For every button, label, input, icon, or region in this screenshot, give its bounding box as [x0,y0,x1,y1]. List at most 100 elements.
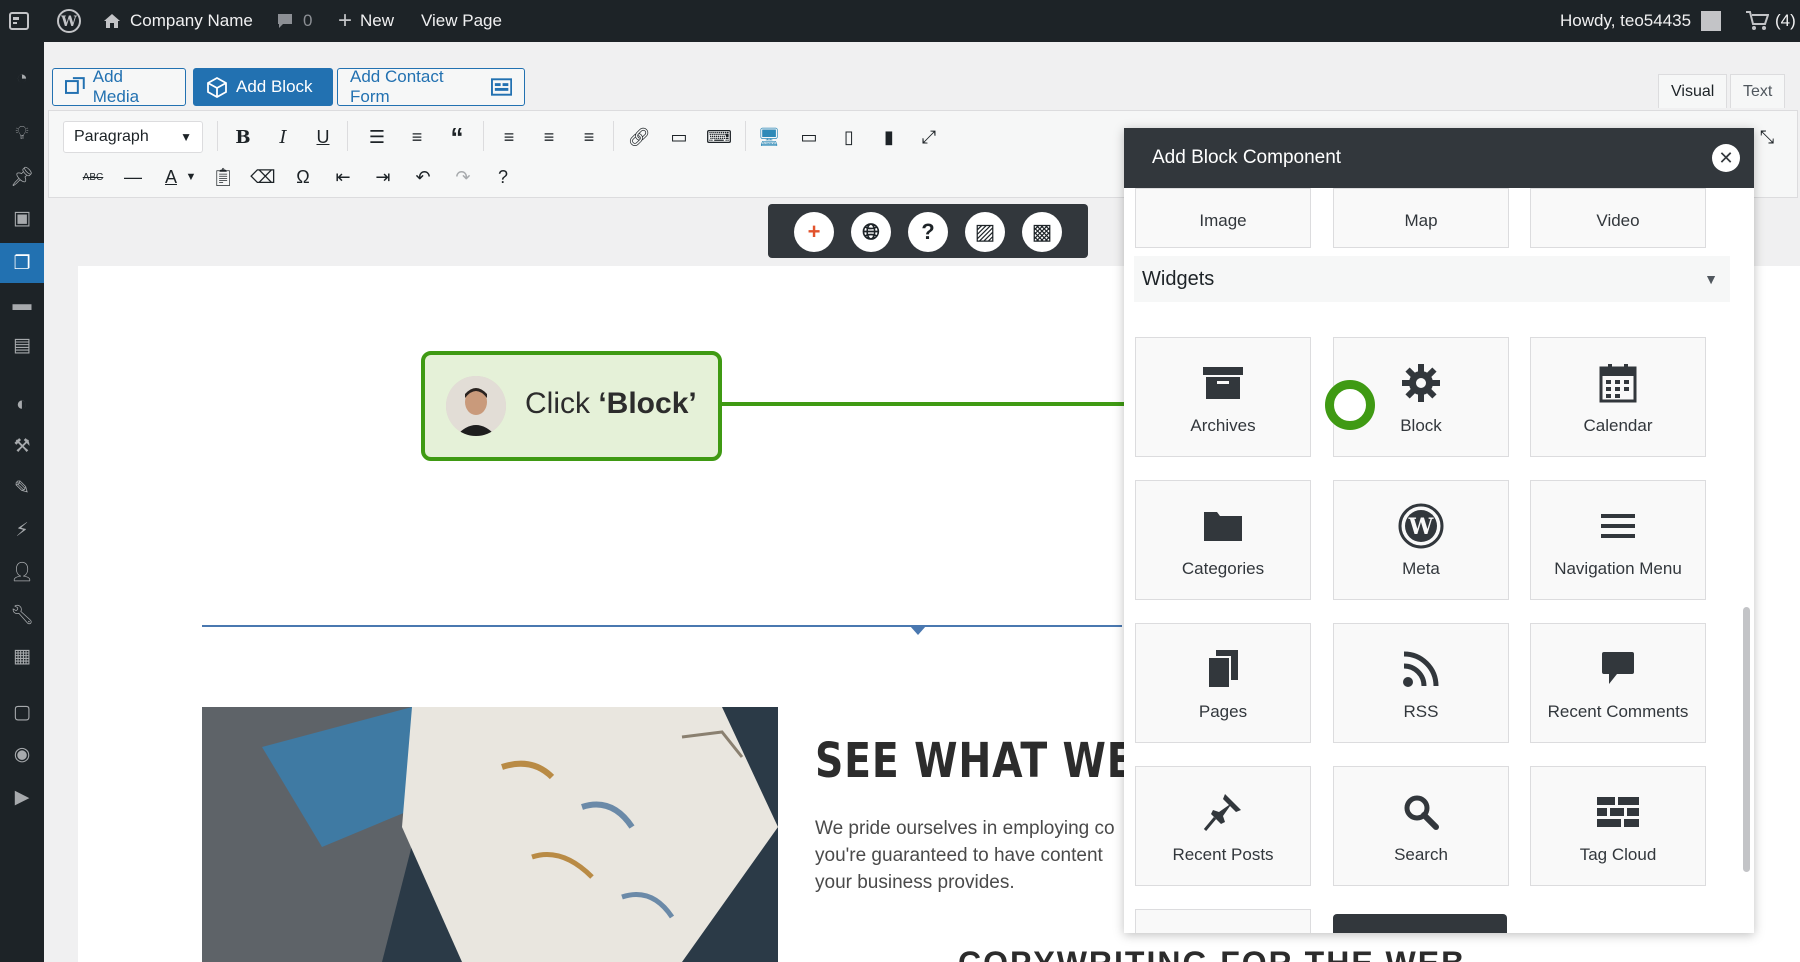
widget-tile-recent-comments[interactable]: Recent Comments [1530,623,1706,743]
media-icon[interactable]: ▣ [9,205,35,231]
add-contact-form-button[interactable]: Add Contact Form [337,67,525,106]
cart-link[interactable]: (4) [1745,0,1796,42]
keyboard-icon[interactable]: ⌨ [705,123,733,151]
widget-tile-tag-cloud[interactable]: Tag Cloud [1530,766,1706,886]
widget-tile-calendar[interactable]: Calendar [1530,337,1706,457]
tablet-preview-icon[interactable]: ▯ [835,123,863,151]
desktop-preview-icon[interactable]: 🖥︎ [755,123,783,151]
plugins-icon[interactable]: ⚡︎ [9,517,35,543]
widget-tile-meta[interactable]: W Meta [1333,480,1509,600]
image-edit-icon[interactable]: ▨ [965,212,1005,252]
tools-icon[interactable]: 🔧︎ [9,602,35,628]
panel-body: Image Map Video Widgets ▼ Archives Block… [1124,188,1754,933]
tab-text[interactable]: Text [1730,74,1786,108]
add-icon[interactable]: + [794,212,834,252]
distraction-free-icon[interactable]: ⤡ [1753,123,1781,151]
plus-icon: + [338,7,353,34]
circle-logo-icon[interactable]: ◐ [9,392,35,418]
bullet-list-icon[interactable]: ☰ [363,123,391,151]
greeting-text: Howdy, teo54435 [1560,11,1692,30]
help-icon[interactable]: ? [908,212,948,252]
dashboard-icon[interactable]: ◔ [9,66,35,92]
align-right-icon[interactable]: ≡ [575,123,603,151]
text-color-dropdown-icon[interactable]: ▼ [177,163,205,191]
widget-tile-categories[interactable]: Categories [1135,480,1311,600]
site-name-link[interactable]: Company Name [102,0,253,42]
horizontal-line-icon[interactable]: — [119,163,147,191]
align-left-icon[interactable]: ≡ [495,123,523,151]
add-contact-form-label: Add Contact Form [350,67,444,106]
underline-icon[interactable]: U [309,123,337,151]
clear-formatting-icon[interactable]: ⌫ [249,163,277,191]
sidebar-toggle-icon[interactable] [8,0,30,42]
widget-tile-rss[interactable]: RSS [1333,623,1509,743]
wordpress-logo-icon[interactable]: W [56,0,82,42]
rss-icon [1334,646,1508,692]
hero-photo[interactable] [202,707,778,962]
help-icon[interactable]: ? [489,163,517,191]
panel-scrollbar[interactable] [1743,607,1750,872]
special-character-icon[interactable]: Ω [289,163,317,191]
background-image-icon[interactable]: ▩ [1022,212,1062,252]
gallery-icon[interactable]: ◉ [9,741,35,767]
block-tile-video[interactable]: Video [1530,188,1706,248]
indent-icon[interactable]: ⇥ [369,163,397,191]
laptop-preview-icon[interactable]: ▭ [795,123,823,151]
pencil-icon[interactable]: ✎ [9,475,35,501]
lightbulb-icon[interactable]: 💡︎ [9,121,35,147]
widgets-section-header[interactable]: Widgets ▼ [1134,256,1730,302]
new-label: New [360,11,395,30]
link-icon[interactable]: 🔗︎ [625,123,653,151]
widget-tile-archives[interactable]: Archives [1135,337,1311,457]
users-icon[interactable]: 👤︎ [9,559,35,585]
comments-icon[interactable]: ▬ [9,292,35,318]
read-more-icon[interactable]: ▭ [665,123,693,151]
bold-icon[interactable]: B [229,123,257,151]
format-select-value: Paragraph [74,128,149,145]
fullscreen-icon[interactable]: ⤢ [915,123,943,151]
add-media-button[interactable]: Add Media [52,67,186,106]
widget-tile-search[interactable]: Search [1333,766,1509,886]
callout-text: Click ‘Block’ [525,387,697,421]
guide-avatar [446,376,506,436]
strikethrough-icon[interactable]: ABC [79,163,107,191]
toolbar-divider [483,121,484,151]
pin-icon[interactable]: 📌︎ [9,164,35,190]
align-center-icon[interactable]: ≡ [535,123,563,151]
widget-tile-navigation-menu[interactable]: Navigation Menu [1530,480,1706,600]
add-block-button[interactable]: Add Block [193,68,333,106]
undo-icon[interactable]: ↶ [409,163,437,191]
comments-link[interactable]: 0 [275,0,312,42]
widget-tile-partial[interactable] [1135,909,1311,933]
format-select[interactable]: Paragraph ▼ [63,121,203,153]
blockquote-icon[interactable]: “ [443,122,471,152]
paste-text-icon[interactable]: 📋︎ [209,163,237,191]
settings-icon[interactable]: ▦ [9,643,35,669]
widget-tile-recent-posts[interactable]: Recent Posts [1135,766,1311,886]
globe-icon[interactable]: 🌐︎ [851,212,891,252]
new-content-link[interactable]: + New [338,0,394,42]
widget-tile-pages[interactable]: Pages [1135,623,1311,743]
archive-icon [1136,360,1310,406]
chevron-down-icon: ▼ [1704,271,1718,287]
outdent-icon[interactable]: ⇤ [329,163,357,191]
widget-tile-partial-dark[interactable] [1333,914,1507,933]
calendar-icon [1531,360,1705,406]
forms-icon[interactable]: ▤ [9,332,35,358]
view-page-link[interactable]: View Page [421,0,502,42]
tab-visual[interactable]: Visual [1658,74,1728,108]
user-account-menu[interactable]: Howdy, teo54435 [1560,0,1722,42]
block-tile-map[interactable]: Map [1333,188,1509,248]
camera-icon[interactable]: ▢ [9,699,35,725]
close-icon[interactable]: ✕ [1712,144,1740,172]
play-icon[interactable]: ▶ [9,784,35,810]
block-tile-image[interactable]: Image [1135,188,1311,248]
section-body-text: We pride ourselves in employing co you'r… [815,818,1115,893]
pages-icon[interactable]: ❐ [9,250,35,276]
redo-icon[interactable]: ↷ [449,163,477,191]
tile-label: Recent Posts [1172,845,1274,864]
mobile-preview-icon[interactable]: ▮ [875,123,903,151]
brush-icon[interactable]: ⚒ [9,433,35,459]
italic-icon[interactable]: I [269,123,297,151]
numbered-list-icon[interactable]: ≡ [403,123,431,151]
